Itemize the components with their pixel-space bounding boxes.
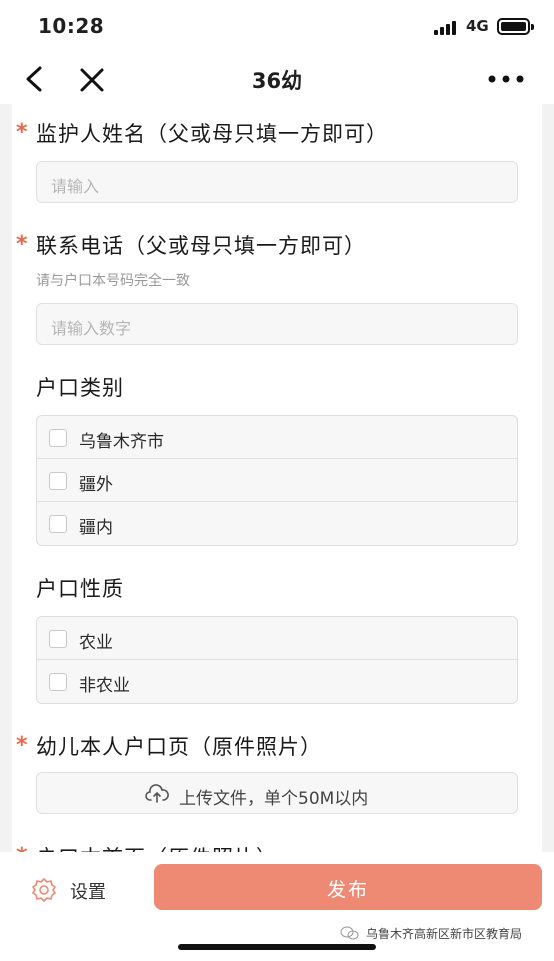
required-mark: * bbox=[16, 733, 28, 758]
gear-icon bbox=[32, 878, 56, 902]
form-content[interactable]: * 监护人姓名（父或母只填一方即可） 请输入 * 联系电话（父或母只填一方即可）… bbox=[0, 104, 554, 852]
guardian-name-label: 监护人姓名（父或母只填一方即可） bbox=[36, 122, 388, 146]
phone-hint: 请与户口本号码完全一致 bbox=[36, 273, 190, 289]
bottom-bar: 设置 发布 乌鲁木齐高新区新市区教育局 bbox=[0, 852, 554, 961]
checkbox[interactable] bbox=[49, 515, 67, 533]
nav-bar: 36幼 bbox=[0, 54, 554, 104]
guardian-name-placeholder: 请输入 bbox=[51, 177, 100, 196]
settings-button[interactable]: 设置 bbox=[30, 874, 130, 904]
upload-label: 上传文件，单个50M以内 bbox=[179, 789, 369, 809]
checkbox[interactable] bbox=[49, 429, 67, 447]
checkbox[interactable] bbox=[49, 630, 67, 648]
watermark-text: 乌鲁木齐高新区新市区教育局 bbox=[366, 927, 523, 941]
hukou-nature-options: 农业 非农业 bbox=[36, 616, 518, 704]
phone-placeholder: 请输入数字 bbox=[51, 319, 132, 338]
cloud-upload-icon bbox=[145, 784, 169, 803]
option-label: 疆内 bbox=[79, 518, 113, 538]
option-label: 乌鲁木齐市 bbox=[79, 432, 164, 452]
option-hukou-type-1[interactable]: 疆外 bbox=[37, 459, 517, 502]
more-icon[interactable] bbox=[486, 68, 526, 90]
child-hukou-page-label: 幼儿本人户口页（原件照片） bbox=[36, 735, 322, 759]
home-indicator[interactable] bbox=[178, 944, 376, 950]
option-label: 农业 bbox=[79, 633, 113, 653]
checkbox[interactable] bbox=[49, 472, 67, 490]
signal-icon bbox=[434, 21, 460, 35]
hukou-nature-label: 户口性质 bbox=[36, 577, 124, 601]
battery-icon bbox=[497, 18, 534, 35]
page-title: 36幼 bbox=[251, 69, 303, 93]
guardian-name-input[interactable]: 请输入 bbox=[36, 161, 518, 203]
option-label: 疆外 bbox=[79, 475, 113, 495]
phone-label: 联系电话（父或母只填一方即可） bbox=[36, 234, 366, 258]
publish-button[interactable]: 发布 bbox=[154, 864, 542, 910]
status-time: 10:28 bbox=[38, 14, 105, 38]
hukou-type-label: 户口类别 bbox=[36, 376, 124, 400]
upload-button[interactable]: 上传文件，单个50M以内 bbox=[36, 772, 518, 814]
option-hukou-type-0[interactable]: 乌鲁木齐市 bbox=[37, 416, 517, 459]
settings-label: 设置 bbox=[70, 882, 106, 903]
option-hukou-nature-1[interactable]: 非农业 bbox=[37, 660, 517, 703]
option-hukou-type-2[interactable]: 疆内 bbox=[37, 502, 517, 545]
network-label: 4G bbox=[466, 17, 489, 35]
phone-input[interactable]: 请输入数字 bbox=[36, 303, 518, 345]
required-mark: * bbox=[16, 120, 28, 145]
scrollbar[interactable] bbox=[546, 481, 550, 716]
checkbox[interactable] bbox=[49, 673, 67, 691]
option-label: 非农业 bbox=[79, 676, 130, 696]
publish-label: 发布 bbox=[326, 879, 369, 901]
required-mark: * bbox=[16, 844, 28, 852]
hukou-cover-label: 户口本首页（原件照片） bbox=[36, 842, 278, 852]
hukou-type-options: 乌鲁木齐市 疆外 疆内 bbox=[36, 415, 518, 546]
wechat-icon bbox=[340, 926, 359, 940]
status-bar: 10:28 4G bbox=[0, 0, 554, 54]
required-mark: * bbox=[16, 232, 28, 257]
option-hukou-nature-0[interactable]: 农业 bbox=[37, 617, 517, 660]
